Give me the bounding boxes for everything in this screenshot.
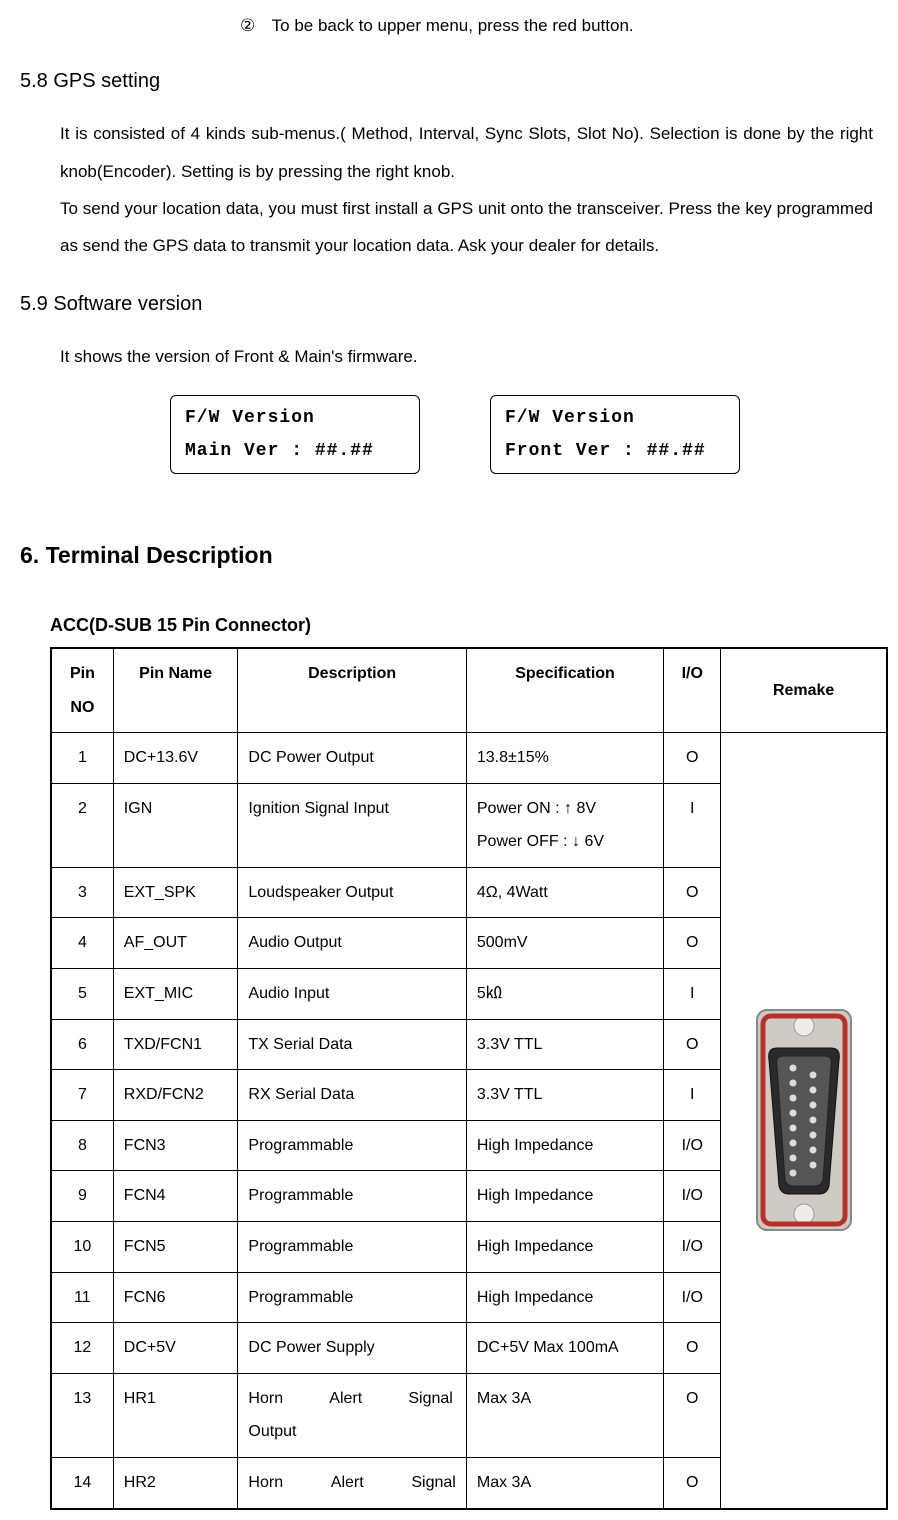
cell-io: I [664,1070,721,1121]
cell-pinname: DC+13.6V [113,733,238,784]
cell-pinname: IGN [113,783,238,867]
cell-spec: High Impedance [466,1272,663,1323]
cell-pinno: 14 [51,1458,113,1509]
cell-spec: 4Ω, 4Watt [466,867,663,918]
cell-spec: Power ON : ↑ 8VPower OFF : ↓ 6V [466,783,663,867]
cell-desc: Programmable [238,1222,466,1273]
cell-spec: 5㏀ [466,969,663,1020]
cell-pinno: 13 [51,1373,113,1457]
cell-desc: Ignition Signal Input [238,783,466,867]
cell-spec: 13.8±15% [466,733,663,784]
cell-spec: Max 3A [466,1373,663,1457]
th-remake: Remake [721,648,887,733]
cell-pinno: 12 [51,1323,113,1374]
cell-spec: Max 3A [466,1458,663,1509]
table-header-row: Pin NO Pin Name Description Specificatio… [51,648,887,733]
section-5-8-heading: 5.8 GPS setting [20,62,878,100]
cell-io: I/O [664,1272,721,1323]
section-5-9-p1: It shows the version of Front & Main's f… [60,338,873,375]
cell-spec: High Impedance [466,1222,663,1273]
cell-pinno: 4 [51,918,113,969]
lcd-row: F/W Version Main Ver : ##.## F/W Version… [170,395,878,474]
cell-spec: DC+5V Max 100mA [466,1323,663,1374]
cell-spec: High Impedance [466,1120,663,1171]
lcd-box-main: F/W Version Main Ver : ##.## [170,395,420,474]
cell-io: O [664,1323,721,1374]
lcd-front-line1: F/W Version [505,402,725,434]
cell-pinname: RXD/FCN2 [113,1070,238,1121]
table-row: 1DC+13.6VDC Power Output13.8±15%O [51,733,887,784]
lcd-main-line2: Main Ver : ##.## [185,435,405,467]
cell-desc: Programmable [238,1120,466,1171]
cell-pinno: 11 [51,1272,113,1323]
cell-desc: Programmable [238,1171,466,1222]
cell-pinname: EXT_MIC [113,969,238,1020]
th-io: I/O [664,648,721,733]
cell-pinno: 1 [51,733,113,784]
cell-desc: Loudspeaker Output [238,867,466,918]
cell-desc: Audio Input [238,969,466,1020]
cell-spec: 3.3V TTL [466,1070,663,1121]
cell-pinname: DC+5V [113,1323,238,1374]
cell-desc: TX Serial Data [238,1019,466,1070]
cell-pinno: 5 [51,969,113,1020]
cell-pinname: FCN6 [113,1272,238,1323]
th-spec: Specification [466,648,663,733]
cell-io: I [664,969,721,1020]
cell-pinno: 6 [51,1019,113,1070]
cell-io: O [664,1019,721,1070]
circled-number: ② [240,16,255,35]
cell-io: O [664,1458,721,1509]
cell-desc: Programmable [238,1272,466,1323]
th-pinno: Pin NO [51,648,113,733]
cell-desc: Audio Output [238,918,466,969]
cell-desc: DC Power Supply [238,1323,466,1374]
chapter-6-heading: 6. Terminal Description [20,534,878,578]
cell-pinname: HR2 [113,1458,238,1509]
section-5-8-p1: It is consisted of 4 kinds sub-menus.( M… [60,115,873,190]
cell-io: I [664,783,721,867]
cell-pinno: 7 [51,1070,113,1121]
cell-desc: DC Power Output [238,733,466,784]
cell-pinname: EXT_SPK [113,867,238,918]
cell-spec: 500mV [466,918,663,969]
cell-remake [721,733,887,1509]
cell-pinname: AF_OUT [113,918,238,969]
cell-io: I/O [664,1222,721,1273]
th-desc: Description [238,648,466,733]
cell-pinname: FCN4 [113,1171,238,1222]
cell-io: O [664,1373,721,1457]
cell-pinname: FCN5 [113,1222,238,1273]
dsub-connector-icon [749,990,859,1250]
cell-io: I/O [664,1171,721,1222]
cell-io: O [664,918,721,969]
acc-connector-table: Pin NO Pin Name Description Specificatio… [50,647,888,1510]
cell-desc: RX Serial Data [238,1070,466,1121]
lcd-main-line1: F/W Version [185,402,405,434]
cell-desc: HornAlertSignalOutput [238,1373,466,1457]
cell-pinno: 3 [51,867,113,918]
cell-pinname: TXD/FCN1 [113,1019,238,1070]
numbered-item-text: To be back to upper menu, press the red … [272,16,634,35]
cell-io: O [664,867,721,918]
cell-io: I/O [664,1120,721,1171]
numbered-item: ② To be back to upper menu, press the re… [240,10,878,42]
cell-spec: High Impedance [466,1171,663,1222]
cell-pinname: FCN3 [113,1120,238,1171]
acc-table-title: ACC(D-SUB 15 Pin Connector) [50,608,878,642]
cell-io: O [664,733,721,784]
cell-pinno: 2 [51,783,113,867]
section-5-9-heading: 5.9 Software version [20,285,878,323]
cell-pinname: HR1 [113,1373,238,1457]
cell-pinno: 10 [51,1222,113,1273]
lcd-front-line2: Front Ver : ##.## [505,435,725,467]
cell-pinno: 9 [51,1171,113,1222]
section-5-8-p2: To send your location data, you must fir… [60,190,873,265]
cell-desc: HornAlertSignal [238,1458,466,1509]
cell-spec: 3.3V TTL [466,1019,663,1070]
cell-pinno: 8 [51,1120,113,1171]
th-pinname: Pin Name [113,648,238,733]
lcd-box-front: F/W Version Front Ver : ##.## [490,395,740,474]
